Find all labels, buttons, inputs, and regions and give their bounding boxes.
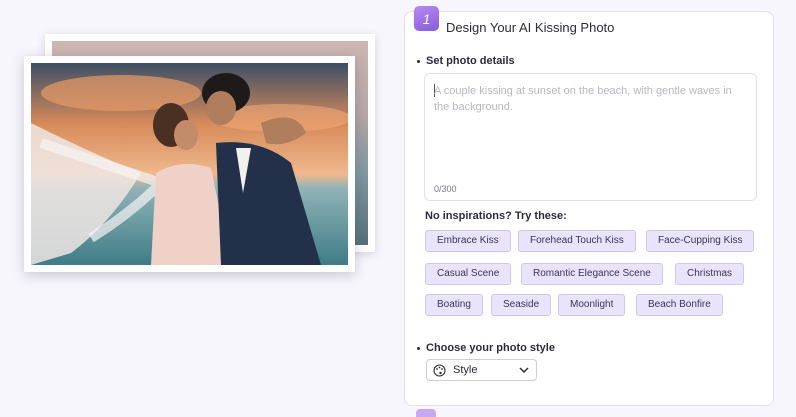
panel-title: Design Your AI Kissing Photo [446, 20, 615, 35]
kissing-couple-photo [31, 63, 348, 265]
set-details-heading: Set photo details [417, 55, 515, 67]
bullet-dot [417, 59, 420, 63]
photo-style-label: Choose your photo style [426, 342, 555, 354]
chip-romantic-elegance-scene[interactable]: Romantic Elegance Scene [521, 263, 663, 285]
design-panel: 1 Design Your AI Kissing Photo Set photo… [404, 6, 774, 406]
prompt-placeholder: A couple kissing at sunset on the beach,… [434, 85, 732, 113]
chip-boating[interactable]: Boating [425, 294, 483, 316]
chip-forehead-touch-kiss[interactable]: Forehead Touch Kiss [518, 230, 636, 252]
chip-embrace-kiss[interactable]: Embrace Kiss [425, 230, 511, 252]
set-details-label: Set photo details [426, 55, 515, 67]
bullet-dot [417, 346, 420, 350]
chip-christmas[interactable]: Christmas [675, 263, 745, 285]
chip-face-cupping-kiss[interactable]: Face-Cupping Kiss [646, 230, 755, 252]
palette-icon [433, 364, 446, 377]
prompt-textarea[interactable]: A couple kissing at sunset on the beach,… [424, 73, 757, 201]
photo-style-heading: Choose your photo style [417, 342, 555, 354]
chip-beach-bonfire[interactable]: Beach Bonfire [636, 294, 723, 316]
style-select-value: Style [453, 364, 478, 376]
chip-moonlight[interactable]: Moonlight [558, 294, 626, 316]
style-select[interactable]: Style [426, 359, 537, 381]
next-step-badge [416, 409, 436, 417]
inspirations-label: No inspirations? Try these: [425, 210, 567, 222]
step-number-badge: 1 [414, 6, 439, 31]
chevron-down-icon [519, 367, 529, 374]
photo-front-card [24, 56, 355, 272]
char-counter: 0/300 [434, 184, 457, 194]
chip-seaside[interactable]: Seaside [491, 294, 552, 316]
chip-casual-scene[interactable]: Casual Scene [425, 263, 512, 285]
